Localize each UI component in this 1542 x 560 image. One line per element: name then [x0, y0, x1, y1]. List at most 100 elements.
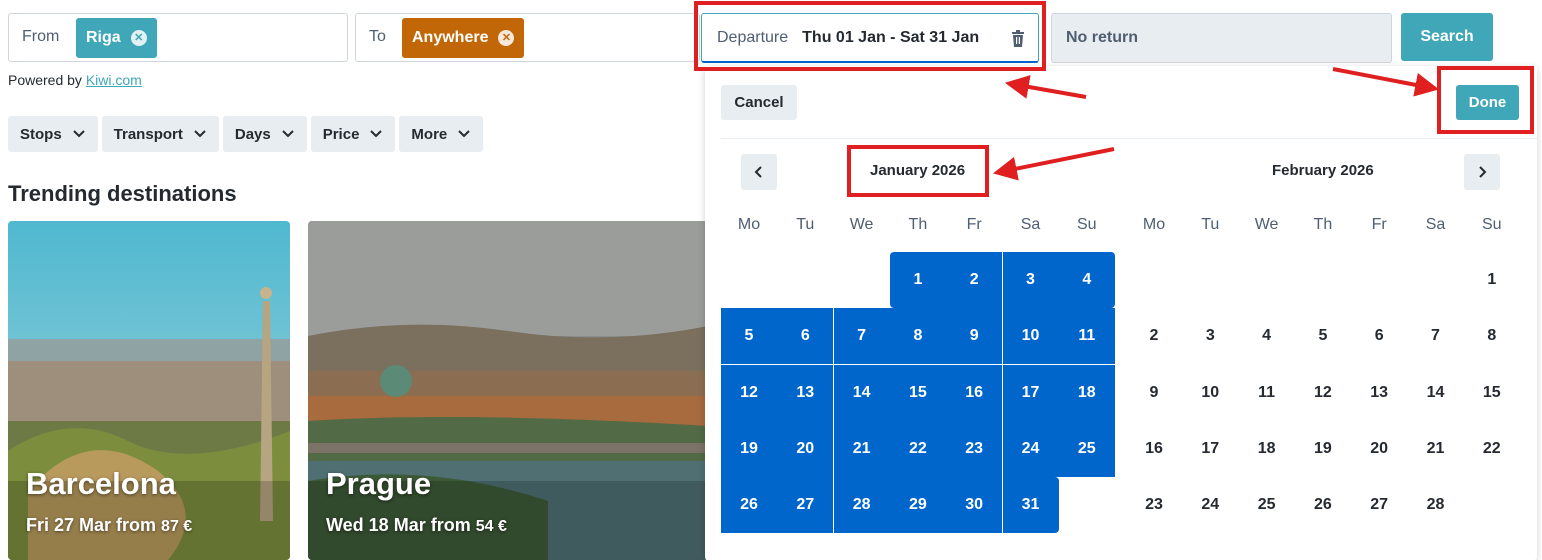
calendar-day[interactable]: 12 — [721, 364, 777, 421]
calendar-day[interactable]: 15 — [889, 364, 946, 421]
done-button[interactable]: Done — [1456, 85, 1519, 120]
calendar-day[interactable]: 21 — [833, 420, 890, 477]
to-chip-anywhere[interactable]: Anywhere ✕ — [402, 18, 525, 58]
calendar-day[interactable]: 26 — [721, 477, 777, 534]
calendar-day[interactable]: 8 — [1464, 308, 1520, 364]
filter-transport[interactable]: Transport — [101, 116, 219, 152]
calendar-day[interactable]: 20 — [777, 420, 834, 477]
calendar-day[interactable]: 23 — [1126, 477, 1182, 533]
weekday-header: Tu — [796, 216, 815, 233]
calendar-day[interactable]: 1 — [1464, 252, 1520, 308]
calendar-day[interactable]: 11 — [1239, 365, 1295, 421]
calendar-day[interactable]: 28 — [833, 477, 890, 534]
calendar-day[interactable]: 21 — [1408, 421, 1464, 477]
remove-chip-icon[interactable]: ✕ — [130, 30, 147, 46]
calendar-day[interactable]: 3 — [1182, 308, 1238, 364]
departure-field[interactable]: Departure Thu 01 Jan - Sat 31 Jan — [701, 13, 1039, 63]
calendar-day[interactable]: 7 — [833, 308, 890, 365]
calendar-day[interactable]: 23 — [946, 420, 1003, 477]
kiwi-link[interactable]: Kiwi.com — [86, 72, 142, 88]
calendar-day[interactable]: 13 — [1351, 365, 1407, 421]
chevron-down-icon — [194, 130, 206, 138]
calendar-day[interactable]: 2 — [1126, 308, 1182, 364]
weekday-header: Fr — [1371, 216, 1387, 233]
departure-label: Departure — [717, 28, 789, 46]
chevron-down-icon — [458, 130, 470, 138]
calendar-day[interactable]: 27 — [1351, 477, 1407, 533]
calendar-day[interactable]: 6 — [777, 308, 834, 365]
calendar-day[interactable]: 13 — [777, 364, 834, 421]
filter-price[interactable]: Price — [310, 116, 396, 152]
calendar-day[interactable]: 8 — [889, 308, 946, 365]
calendar-day[interactable]: 14 — [1408, 365, 1464, 421]
calendar-day[interactable]: 2 — [946, 252, 1003, 308]
calendar-day[interactable]: 14 — [833, 364, 890, 421]
calendar-day[interactable]: 31 — [1002, 477, 1059, 534]
calendar-day[interactable]: 22 — [1464, 421, 1520, 477]
powered-by-text: Powered by — [8, 72, 86, 88]
calendar-day[interactable]: 26 — [1295, 477, 1351, 533]
calendar-day[interactable]: 25 — [1239, 477, 1295, 533]
calendar-day[interactable]: 4 — [1239, 308, 1295, 364]
calendar-day[interactable]: 24 — [1002, 420, 1059, 477]
filter-more[interactable]: More — [399, 116, 484, 152]
calendar-day[interactable]: 22 — [889, 420, 946, 477]
destination-card-prague[interactable]: Prague Wed 18 Mar from 54 € — [308, 221, 708, 560]
calendar-day[interactable]: 4 — [1058, 252, 1115, 308]
filter-label: Price — [322, 125, 360, 143]
calendar-day[interactable]: 7 — [1408, 308, 1464, 364]
calendar-day[interactable]: 25 — [1058, 420, 1115, 477]
to-chip-label: Anywhere — [412, 29, 489, 46]
next-month-button[interactable] — [1464, 154, 1500, 190]
barcelona-photo — [8, 221, 290, 560]
card-offer: Fri 27 Mar from 87 € — [26, 515, 192, 536]
search-button[interactable]: Search — [1401, 13, 1493, 61]
calendar-day[interactable]: 5 — [1295, 308, 1351, 364]
calendar-day[interactable]: 12 — [1295, 365, 1351, 421]
from-chip-riga[interactable]: Riga ✕ — [76, 18, 157, 58]
return-field[interactable]: No return — [1051, 13, 1392, 63]
calendar-day[interactable]: 11 — [1058, 308, 1115, 365]
calendar-day[interactable]: 29 — [889, 477, 946, 534]
calendar-day[interactable]: 1 — [889, 252, 946, 308]
calendar-day[interactable]: 3 — [1002, 252, 1059, 308]
cancel-button[interactable]: Cancel — [721, 85, 797, 120]
trending-title: Trending destinations — [8, 181, 237, 206]
calendar-day[interactable]: 27 — [777, 477, 834, 534]
calendar-day[interactable]: 10 — [1182, 365, 1238, 421]
trash-icon[interactable] — [1011, 30, 1025, 47]
chevron-down-icon — [370, 130, 383, 138]
calendar-day[interactable]: 6 — [1351, 308, 1407, 364]
calendar-day[interactable]: 15 — [1464, 365, 1520, 421]
remove-chip-icon[interactable]: ✕ — [498, 30, 515, 46]
calendar-day[interactable]: 18 — [1058, 364, 1115, 421]
to-field[interactable]: To Anywhere ✕ — [355, 13, 700, 62]
filter-days[interactable]: Days — [222, 116, 307, 152]
calendar-day[interactable]: 17 — [1002, 364, 1059, 421]
calendar-day[interactable]: 24 — [1182, 477, 1238, 533]
calendar-day[interactable]: 9 — [946, 308, 1003, 365]
calendar-day[interactable]: 16 — [946, 364, 1003, 421]
calendar-day[interactable]: 19 — [721, 420, 777, 477]
filter-stops[interactable]: Stops — [8, 116, 98, 152]
date-picker-panel: Cancel Done January 2026 February 2026 M… — [705, 66, 1537, 560]
chevron-down-icon — [72, 130, 85, 138]
calendar-day[interactable]: 20 — [1351, 421, 1407, 477]
calendar-day[interactable]: 17 — [1182, 421, 1238, 477]
calendar-day[interactable]: 9 — [1126, 365, 1182, 421]
prev-month-button[interactable] — [741, 154, 777, 190]
calendar-day[interactable]: 18 — [1239, 421, 1295, 477]
from-field[interactable]: From Riga ✕ — [8, 13, 348, 62]
calendar-day[interactable]: 10 — [1002, 308, 1059, 365]
weekday-header: Mo — [1142, 216, 1166, 233]
calendar-day[interactable]: 28 — [1408, 477, 1464, 533]
calendar-day[interactable]: 5 — [721, 308, 777, 365]
weekday-header: Sa — [1425, 216, 1446, 233]
calendar-day[interactable]: 30 — [946, 477, 1003, 534]
filter-label: Transport — [113, 125, 183, 143]
calendar-day[interactable]: 16 — [1126, 421, 1182, 477]
calendar-day[interactable]: 19 — [1295, 421, 1351, 477]
chevron-down-icon — [282, 130, 294, 138]
destination-card-barcelona[interactable]: Barcelona Fri 27 Mar from 87 € — [8, 221, 290, 560]
card-date: Fri 27 Mar from — [26, 515, 162, 535]
